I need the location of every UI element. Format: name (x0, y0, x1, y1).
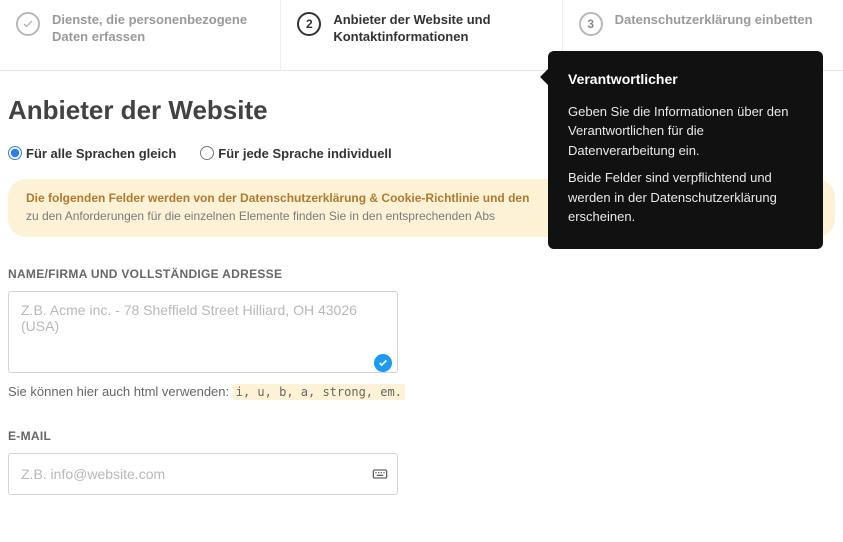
step-2[interactable]: 2 Anbieter der Website und Kontaktinform… (281, 0, 562, 70)
radio-all-languages[interactable] (8, 146, 22, 160)
radio-each-language-label[interactable]: Für jede Sprache individuell (218, 146, 391, 161)
banner-sub-text: zu den Anforderungen für die einzelnen E… (26, 209, 495, 223)
banner-bold-text: Die folgenden Felder werden von der Date… (26, 191, 529, 205)
check-icon (16, 12, 40, 36)
name-address-label: NAME/FIRMA UND VOLLSTÄNDIGE ADRESSE (8, 267, 835, 281)
step-3-title: Datenschutzerklärung einbetten (615, 12, 813, 29)
tooltip-p1: Geben Sie die Informationen über den Ver… (568, 102, 803, 161)
email-label: E-MAIL (8, 429, 835, 443)
html-hint: Sie können hier auch html verwenden: i, … (8, 384, 835, 399)
tooltip-title: Verantwortlicher (568, 69, 803, 90)
name-address-input[interactable] (8, 291, 398, 373)
step-1-title: Dienste, die personenbezogene Daten erfa… (52, 12, 264, 46)
email-input[interactable] (8, 453, 398, 495)
help-tooltip: Verantwortlicher Geben Sie die Informati… (548, 51, 823, 249)
hint-prefix: Sie können hier auch html verwenden: (8, 384, 233, 399)
step-2-title: Anbieter der Website und Kontaktinformat… (333, 12, 545, 46)
step-1[interactable]: Dienste, die personenbezogene Daten erfa… (0, 0, 281, 70)
radio-all-languages-label[interactable]: Für alle Sprachen gleich (26, 146, 176, 161)
tooltip-p2: Beide Felder sind verpflichtend und werd… (568, 168, 803, 227)
keyboard-icon (372, 466, 388, 482)
hint-code: i, u, b, a, strong, em. (233, 384, 405, 400)
step-3-number: 3 (579, 12, 603, 36)
content-area: Anbieter der Website Für alle Sprachen g… (0, 71, 843, 495)
radio-each-language[interactable] (200, 146, 214, 160)
grammarly-icon[interactable] (374, 354, 392, 372)
step-2-number: 2 (297, 12, 321, 36)
